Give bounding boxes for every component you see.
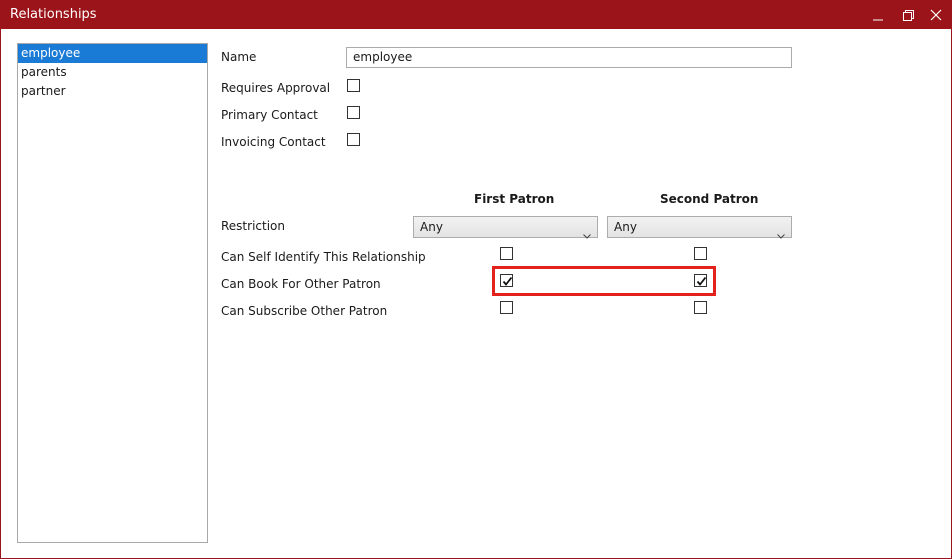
title-bar[interactable]: Relationships: [1, 1, 951, 29]
self-identify-second-checkbox[interactable]: [694, 247, 707, 260]
second-patron-header: Second Patron: [660, 192, 759, 206]
restriction-label: Restriction: [221, 219, 285, 233]
requires-approval-label: Requires Approval: [221, 81, 331, 95]
subscribe-other-label: Can Subscribe Other Patron: [221, 304, 388, 318]
self-identify-label: Can Self Identify This Relationship: [221, 250, 426, 264]
primary-contact-label: Primary Contact: [221, 108, 318, 122]
requires-approval-checkbox[interactable]: [347, 79, 360, 92]
close-icon: [930, 9, 942, 21]
highlight-box: [492, 266, 716, 296]
relationships-window: Relationships employee parents partner N…: [0, 0, 952, 559]
close-button[interactable]: [921, 1, 951, 29]
list-item-parents[interactable]: parents: [18, 63, 207, 82]
first-patron-restriction-select[interactable]: Any: [413, 216, 598, 239]
minimize-icon: [872, 9, 884, 21]
name-label: Name: [221, 50, 257, 64]
second-patron-restriction-value: Any: [614, 220, 637, 234]
subscribe-other-first-checkbox[interactable]: [500, 301, 513, 314]
minimize-button[interactable]: [863, 1, 893, 29]
self-identify-first-checkbox[interactable]: [500, 247, 513, 260]
invoicing-contact-checkbox[interactable]: [347, 133, 360, 146]
second-patron-restriction-select[interactable]: Any: [607, 216, 792, 239]
window-title: Relationships: [10, 7, 97, 22]
invoicing-contact-label: Invoicing Contact: [221, 135, 326, 149]
relationship-list[interactable]: employee parents partner: [17, 43, 208, 543]
first-patron-header: First Patron: [474, 192, 555, 206]
chevron-down-icon: [777, 225, 785, 246]
first-patron-restriction-value: Any: [420, 220, 443, 234]
chevron-down-icon: [583, 225, 591, 246]
list-item-partner[interactable]: partner: [18, 82, 207, 101]
subscribe-other-second-checkbox[interactable]: [694, 301, 707, 314]
name-input[interactable]: employee: [346, 47, 792, 68]
book-for-other-label: Can Book For Other Patron: [221, 277, 381, 291]
maximize-icon: [902, 9, 914, 21]
list-item-employee[interactable]: employee: [18, 44, 207, 63]
maximize-button[interactable]: [893, 1, 923, 29]
primary-contact-checkbox[interactable]: [347, 106, 360, 119]
